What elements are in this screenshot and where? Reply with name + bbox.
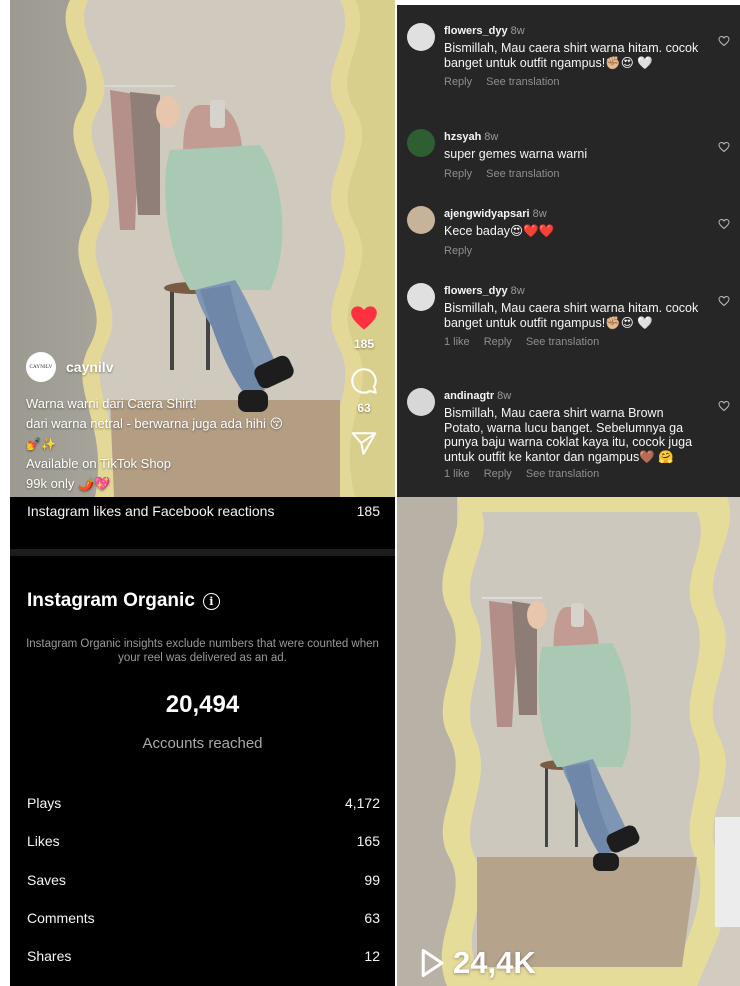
avatar[interactable]: [407, 129, 435, 157]
info-icon[interactable]: i: [202, 592, 220, 610]
avatar[interactable]: CAYNILV: [26, 352, 56, 382]
play-count-value: 24,4K: [453, 945, 536, 980]
section-divider: [10, 549, 395, 556]
comment-count: 63: [357, 401, 371, 415]
see-translation-link[interactable]: See translation: [526, 336, 599, 348]
comment-time: 8w: [497, 390, 512, 402]
comment-username[interactable]: flowers_dyy: [444, 285, 508, 297]
reply-link[interactable]: Reply: [444, 168, 472, 180]
see-translation-link[interactable]: See translation: [486, 76, 559, 88]
metric-label: Likes: [27, 833, 60, 849]
caption-line: dari warna netral - berwarna juga ada hi…: [26, 416, 284, 431]
metric-label: Comments: [27, 910, 95, 926]
reply-link[interactable]: Reply: [484, 336, 512, 348]
insights-panel: Instagram likes and Facebook reactions 1…: [10, 497, 395, 986]
reply-link[interactable]: Reply: [444, 245, 472, 257]
like-count-link[interactable]: 1 like: [444, 468, 470, 480]
play-icon: [421, 949, 444, 977]
metric-row-plays: Plays 4,172: [27, 795, 380, 811]
accounts-reached-label: Accounts reached: [142, 735, 263, 752]
comment-text: Bismillah, Mau caera shirt warna hitam. …: [444, 301, 699, 330]
metric-label: Shares: [27, 948, 72, 964]
metric-row-comments: Comments 63: [27, 910, 380, 926]
comment-time: 8w: [532, 208, 547, 220]
comments-list: flowers_dyy 8w Bismillah, Mau caera shirt…: [397, 5, 740, 497]
metric-label: Saves: [27, 872, 66, 888]
comment-actions: Reply: [444, 245, 704, 257]
caption-line: Warna warni dari Caera Shirt!: [26, 396, 197, 411]
comment-username[interactable]: andinagtr: [444, 390, 494, 402]
avatar[interactable]: [407, 23, 435, 51]
accounts-reached-value: 20,494: [165, 691, 240, 718]
reel-author[interactable]: CAYNILV caynilv: [26, 352, 113, 382]
reply-link[interactable]: Reply: [444, 76, 472, 88]
likes-reactions-row: Instagram likes and Facebook reactions 1…: [27, 503, 380, 519]
comment-actions: 1 like Reply See translation: [444, 468, 706, 480]
comment-text: Bismillah, Mau caera shirt warna hitam. …: [444, 41, 699, 70]
likes-reactions-value: 185: [356, 503, 380, 519]
comment-text: Bismillah, Mau caera shirt warna Brown P…: [444, 406, 693, 464]
metric-value: 12: [364, 948, 380, 964]
metric-value: 4,172: [344, 795, 380, 811]
heart-icon[interactable]: [350, 305, 378, 331]
like-count: 185: [353, 337, 375, 351]
section-title-text: Instagram Organic: [27, 590, 195, 611]
caption-line: Available on TikTok Shop: [26, 456, 172, 471]
comment-time: 8w: [510, 25, 525, 37]
comment-heart-icon[interactable]: [718, 295, 730, 307]
metric-value: 99: [364, 872, 380, 888]
play-count: 24,4K: [419, 945, 536, 981]
comment-heart-icon[interactable]: [718, 35, 730, 47]
metric-value: 165: [356, 833, 380, 849]
metric-label: Plays: [27, 795, 62, 811]
thumbnail-photo: [397, 497, 740, 986]
comment-icon[interactable]: [350, 367, 378, 395]
caption-line: 99k only 🌶️💖: [26, 476, 111, 491]
likes-reactions-label: Instagram likes and Facebook reactions: [27, 503, 275, 519]
metric-value: 63: [364, 910, 380, 926]
comment-username[interactable]: flowers_dyy: [444, 25, 508, 37]
comment-username[interactable]: ajengwidyapsari: [444, 208, 530, 220]
comment-time: 8w: [484, 131, 499, 143]
section-title: Instagram Organic i: [27, 590, 220, 612]
avatar[interactable]: [407, 283, 435, 311]
comment-text: super gemes warna warni: [444, 147, 588, 161]
avatar[interactable]: [407, 388, 435, 416]
share-icon[interactable]: [351, 431, 377, 455]
metric-row-likes: Likes 165: [27, 833, 380, 849]
see-translation-link[interactable]: See translation: [526, 468, 599, 480]
comment-text: Kece baday😍❤️❤️: [444, 224, 555, 238]
comment-actions: Reply See translation: [444, 168, 704, 180]
reel-caption: Warna warni dari Caera Shirt! dari warna…: [26, 394, 326, 494]
reel-actions: 185 63: [347, 305, 381, 455]
comment-time: 8w: [510, 285, 525, 297]
comment-actions: Reply See translation: [444, 76, 704, 88]
metric-row-saves: Saves 99: [27, 872, 380, 888]
comment-heart-icon[interactable]: [718, 141, 730, 153]
insights-note: Instagram Organic insights exclude numbe…: [26, 638, 379, 664]
avatar[interactable]: [407, 206, 435, 234]
comment-actions: 1 like Reply See translation: [444, 336, 704, 348]
see-translation-link[interactable]: See translation: [486, 168, 559, 180]
like-count-link[interactable]: 1 like: [444, 336, 470, 348]
caption-line: 💅✨: [26, 437, 56, 451]
comment-heart-icon[interactable]: [718, 218, 730, 230]
comment-heart-icon[interactable]: [718, 400, 730, 412]
reel-thumbnail[interactable]: 24,4K: [397, 497, 740, 986]
author-username[interactable]: caynilv: [66, 359, 113, 375]
reel-view[interactable]: CAYNILV caynilv Warna warni dari Caera S…: [10, 0, 395, 497]
metric-row-shares: Shares 12: [27, 948, 380, 964]
comment-username[interactable]: hzsyah: [444, 131, 481, 143]
reply-link[interactable]: Reply: [484, 468, 512, 480]
